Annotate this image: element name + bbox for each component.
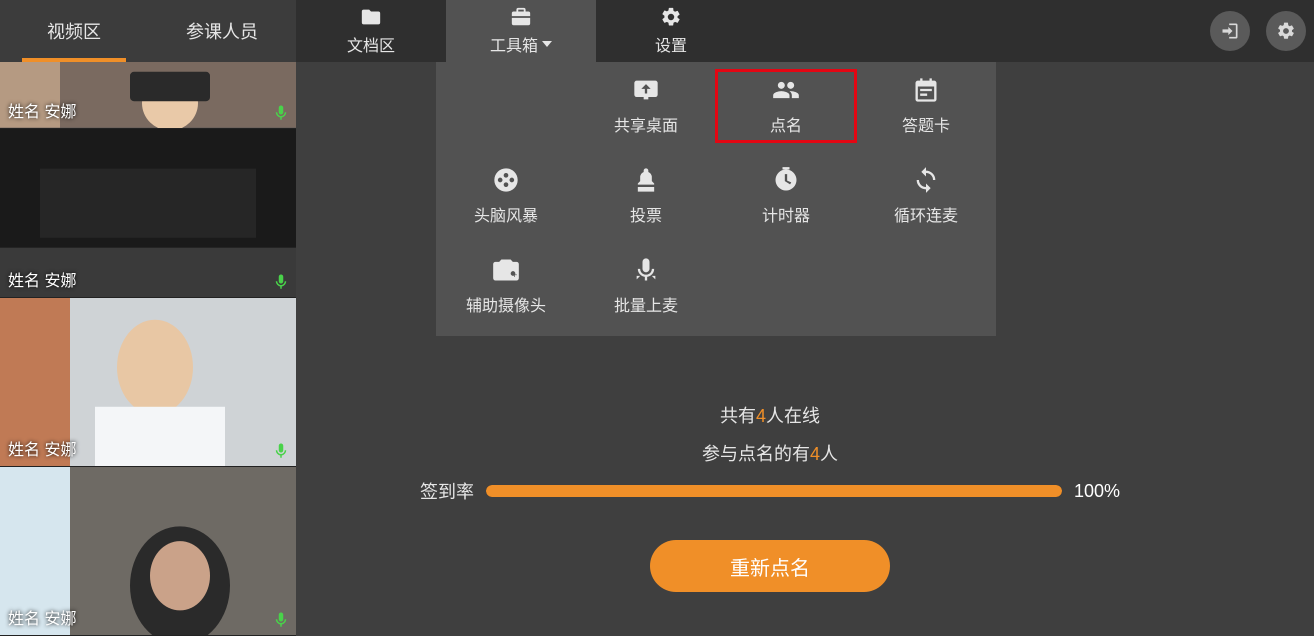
recount-button[interactable]: 重新点名 xyxy=(650,540,890,592)
brainstorm-icon xyxy=(492,166,520,194)
share-screen-icon xyxy=(632,76,660,104)
attendance-percent: 100% xyxy=(1074,481,1120,502)
settings-label: 设置 xyxy=(655,32,687,56)
mic-icon xyxy=(272,442,290,460)
aux-camera-icon: + xyxy=(492,256,520,284)
tab-video-label: 视频区 xyxy=(47,18,101,44)
attendance-row: 签到率 100% xyxy=(420,478,1120,504)
tool-vote[interactable]: 投票 xyxy=(576,160,716,232)
sidebar-tabs: 视频区 参课人员 xyxy=(0,0,296,62)
attendance-label: 签到率 xyxy=(420,478,474,504)
toolbox-icon xyxy=(510,6,532,28)
participated-count-line: 参与点名的有4人 xyxy=(702,440,838,466)
video-name: 姓名 安娜 xyxy=(8,436,76,460)
video-name: 姓名 安娜 xyxy=(8,605,76,629)
tab-participants[interactable]: 参课人员 xyxy=(148,0,296,62)
tool-rollcall[interactable]: 点名 xyxy=(716,70,856,142)
video-cell[interactable]: 姓名 安娜 xyxy=(0,129,296,298)
doc-area-button[interactable]: 文档区 xyxy=(296,0,446,62)
tool-vote-label: 投票 xyxy=(630,202,662,226)
rollcall-result: 共有4人在线 参与点名的有4人 签到率 100% 重新点名 xyxy=(296,402,1244,592)
tool-batch-mic-label: 批量上麦 xyxy=(614,292,678,316)
video-name: 姓名 安娜 xyxy=(8,267,76,291)
tool-answer-card[interactable]: 答题卡 xyxy=(856,70,996,142)
tool-timer-label: 计时器 xyxy=(762,202,810,226)
tool-answer-label: 答题卡 xyxy=(902,112,950,136)
tab-participants-label: 参课人员 xyxy=(186,18,258,44)
main-area: 文档区 工具箱 设置 共享桌面 xyxy=(296,0,1314,636)
tool-aux-camera[interactable]: + 辅助摄像头 xyxy=(436,250,576,322)
topbar: 文档区 工具箱 设置 xyxy=(296,0,1314,62)
mic-icon xyxy=(272,104,290,122)
video-name: 姓名 安娜 xyxy=(8,98,76,122)
online-count-line: 共有4人在线 xyxy=(720,402,820,428)
toolbox-label: 工具箱 xyxy=(490,32,538,56)
tool-rollcall-label: 点名 xyxy=(770,112,802,136)
exit-icon xyxy=(1220,21,1240,41)
doc-area-label: 文档区 xyxy=(347,32,395,56)
tool-brainstorm[interactable]: 头脑风暴 xyxy=(436,160,576,232)
tool-aux-camera-label: 辅助摄像头 xyxy=(466,292,546,316)
answer-card-icon xyxy=(912,76,940,104)
attendance-progress xyxy=(486,485,1062,497)
video-cell[interactable]: 姓名 安娜 xyxy=(0,298,296,467)
settings-button[interactable]: 设置 xyxy=(596,0,746,62)
attendance-fill xyxy=(486,485,1062,497)
vote-icon xyxy=(632,166,660,194)
batch-mic-icon xyxy=(632,256,660,284)
tool-share-label: 共享桌面 xyxy=(614,112,678,136)
tool-batch-mic[interactable]: 批量上麦 xyxy=(576,250,716,322)
cycle-icon xyxy=(912,166,940,194)
people-icon xyxy=(772,76,800,104)
mic-icon xyxy=(272,611,290,629)
tool-cycle-mic[interactable]: 循环连麦 xyxy=(856,160,996,232)
config-button[interactable] xyxy=(1266,11,1306,51)
gear-icon xyxy=(1276,21,1296,41)
video-cell[interactable]: 姓名 安娜 xyxy=(0,467,296,636)
svg-text:+: + xyxy=(512,270,517,280)
video-list: 姓名 安娜 姓名 安娜 姓名 安娜 xyxy=(0,62,296,636)
toolbox-panel: 共享桌面 点名 答题卡 头脑风暴 投票 计时器 xyxy=(436,62,996,336)
toolbox-button[interactable]: 工具箱 xyxy=(446,0,596,62)
sidebar: 视频区 参课人员 姓名 安娜 姓名 安娜 xyxy=(0,0,296,636)
tool-brainstorm-label: 头脑风暴 xyxy=(474,202,538,226)
folder-icon xyxy=(360,6,382,28)
chevron-down-icon xyxy=(542,41,552,47)
tool-cycle-label: 循环连麦 xyxy=(894,202,958,226)
tool-share-desktop[interactable]: 共享桌面 xyxy=(576,70,716,142)
tool-timer[interactable]: 计时器 xyxy=(716,160,856,232)
tab-video-area[interactable]: 视频区 xyxy=(0,0,148,62)
exit-button[interactable] xyxy=(1210,11,1250,51)
timer-icon xyxy=(772,166,800,194)
gear-icon xyxy=(660,6,682,28)
video-cell[interactable]: 姓名 安娜 xyxy=(0,62,296,129)
mic-icon xyxy=(272,273,290,291)
